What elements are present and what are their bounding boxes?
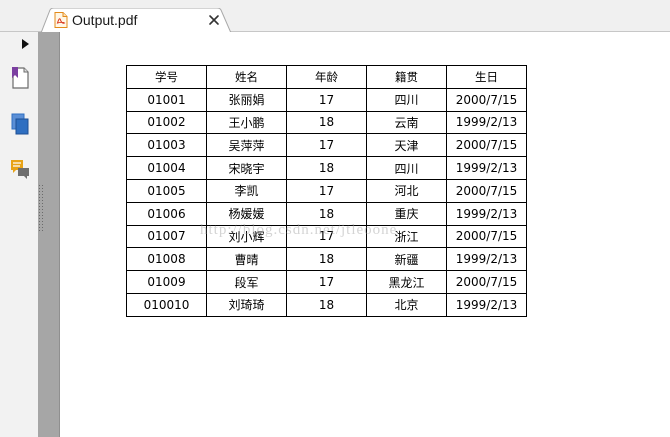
cell-age: 18 (286, 292, 367, 317)
cell-birthday: 2000/7/15 (446, 133, 527, 158)
comments-icon[interactable] (9, 157, 31, 181)
cell-student-id: 01009 (126, 270, 207, 294)
cell-hometown: 黑龙江 (366, 270, 447, 294)
expand-triangle-icon[interactable] (20, 38, 32, 50)
cell-name: 张丽娟 (206, 87, 287, 112)
table-row: 010010 刘琦琦 18 北京 1999/2/13 (126, 292, 527, 317)
cell-name: 刘小辉 (206, 224, 287, 249)
header-hometown: 籍贯 (366, 65, 447, 89)
header-student-id: 学号 (126, 65, 207, 89)
cell-student-id: 01002 (126, 110, 207, 135)
cell-birthday: 1999/2/13 (446, 201, 527, 226)
cell-hometown: 重庆 (366, 201, 447, 226)
cell-birthday: 1999/2/13 (446, 156, 527, 180)
table-row: 01007 刘小辉 17 浙江 2000/7/15 (126, 224, 527, 249)
cell-hometown: 北京 (366, 292, 447, 317)
cell-student-id: 01001 (126, 87, 207, 112)
cell-name: 杨媛媛 (206, 201, 287, 226)
cell-age: 18 (286, 156, 367, 180)
table-row: 01009 段军 17 黑龙江 2000/7/15 (126, 270, 527, 294)
cell-name: 宋晓宇 (206, 156, 287, 180)
cell-student-id: 01005 (126, 178, 207, 203)
cell-birthday: 2000/7/15 (446, 224, 527, 249)
header-name: 姓名 (206, 65, 287, 89)
cell-hometown: 天津 (366, 133, 447, 158)
cell-hometown: 四川 (366, 156, 447, 180)
cell-student-id: 01008 (126, 247, 207, 272)
table-row: 01002 王小鹏 18 云南 1999/2/13 (126, 110, 527, 135)
tab-title: Output.pdf (72, 12, 138, 28)
cell-age: 17 (286, 178, 367, 203)
cell-hometown: 浙江 (366, 224, 447, 249)
cell-birthday: 1999/2/13 (446, 110, 527, 135)
cell-student-id: 01007 (126, 224, 207, 249)
close-icon[interactable] (207, 13, 221, 27)
cell-birthday: 1999/2/13 (446, 247, 527, 272)
pdf-viewer-window: Output.pdf 学号 姓名 年龄 籍贯 生日 01001 张丽娟 17 四… (0, 0, 670, 437)
cell-hometown: 云南 (366, 110, 447, 135)
cell-age: 17 (286, 133, 367, 158)
tab-bar: Output.pdf (0, 0, 670, 33)
side-toolbar (0, 32, 38, 437)
table-row: 01003 吴萍萍 17 天津 2000/7/15 (126, 133, 527, 158)
cell-age: 18 (286, 201, 367, 226)
cell-hometown: 新疆 (366, 247, 447, 272)
cell-birthday: 2000/7/15 (446, 270, 527, 294)
cell-name: 段军 (206, 270, 287, 294)
header-birthday: 生日 (446, 65, 527, 89)
cell-student-id: 01003 (126, 133, 207, 158)
pdf-page: 学号 姓名 年龄 籍贯 生日 01001 张丽娟 17 四川 2000/7/15… (60, 32, 670, 437)
cell-name: 王小鹏 (206, 110, 287, 135)
cell-name: 李凯 (206, 178, 287, 203)
header-age: 年龄 (286, 65, 367, 89)
table-row: 01001 张丽娟 17 四川 2000/7/15 (126, 87, 527, 112)
cell-student-id: 01006 (126, 201, 207, 226)
cell-birthday: 1999/2/13 (446, 292, 527, 317)
cell-student-id: 010010 (126, 292, 207, 317)
table-header-row: 学号 姓名 年龄 籍贯 生日 (126, 65, 527, 89)
cell-age: 17 (286, 224, 367, 249)
table-row: 01004 宋晓宇 18 四川 1999/2/13 (126, 156, 527, 180)
cell-age: 18 (286, 247, 367, 272)
cell-hometown: 四川 (366, 87, 447, 112)
cell-name: 吴萍萍 (206, 133, 287, 158)
cell-age: 17 (286, 87, 367, 112)
table-row: 01008 曹晴 18 新疆 1999/2/13 (126, 247, 527, 272)
cell-age: 18 (286, 110, 367, 135)
table-row: 01006 杨媛媛 18 重庆 1999/2/13 (126, 201, 527, 226)
student-table: 学号 姓名 年龄 籍贯 生日 01001 张丽娟 17 四川 2000/7/15… (126, 65, 527, 317)
bookmark-page-icon[interactable] (9, 66, 31, 90)
page-thumbnails-icon[interactable] (9, 112, 31, 136)
cell-name: 刘琦琦 (206, 292, 287, 317)
tab-output-pdf[interactable]: Output.pdf (41, 8, 232, 33)
cell-name: 曹晴 (206, 247, 287, 272)
cell-birthday: 2000/7/15 (446, 178, 527, 203)
cell-student-id: 01004 (126, 156, 207, 180)
table-row: 01005 李凯 17 河北 2000/7/15 (126, 178, 527, 203)
pdf-file-icon (54, 12, 68, 28)
cell-age: 17 (286, 270, 367, 294)
cell-hometown: 河北 (366, 178, 447, 203)
panel-resize-grip[interactable] (38, 185, 44, 233)
cell-birthday: 2000/7/15 (446, 87, 527, 112)
page-gutter (38, 32, 60, 437)
